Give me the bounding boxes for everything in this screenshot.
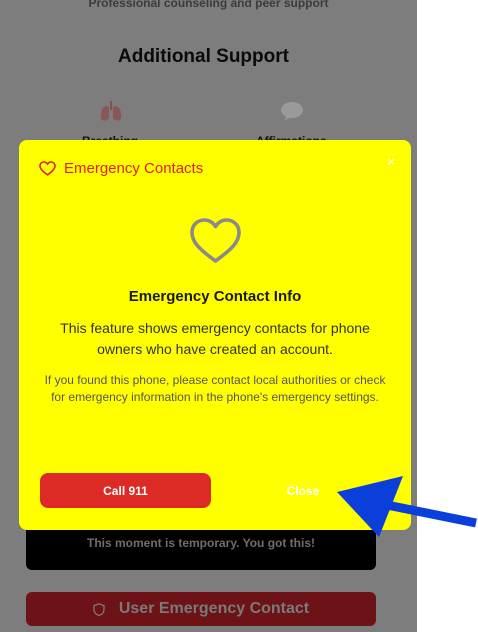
section-title: Additional Support [118, 46, 289, 67]
support-subtitle: Professional counseling and peer support [88, 0, 329, 10]
shield-icon [93, 602, 105, 616]
emergency-contacts-modal: Emergency Contacts × Emergency Contact I… [19, 140, 411, 530]
close-button[interactable]: Close [253, 473, 353, 508]
close-icon[interactable]: × [387, 154, 395, 169]
modal-title: Emergency Contacts [64, 160, 204, 177]
info-note: If you found this phone, please contact … [44, 373, 386, 404]
user-emergency-contact-button[interactable]: User Emergency Contact [26, 592, 376, 626]
user-emergency-label: User Emergency Contact [118, 600, 310, 617]
call-911-button[interactable]: Call 911 [40, 473, 211, 508]
speech-bubble-icon [281, 102, 303, 121]
lungs-icon [100, 101, 122, 121]
heart-outline-icon [190, 218, 241, 263]
info-description: This feature shows emergency contacts fo… [60, 320, 370, 357]
info-title: Emergency Contact Info [128, 288, 302, 305]
heart-icon [39, 161, 56, 176]
modal-header: Emergency Contacts [39, 160, 203, 177]
